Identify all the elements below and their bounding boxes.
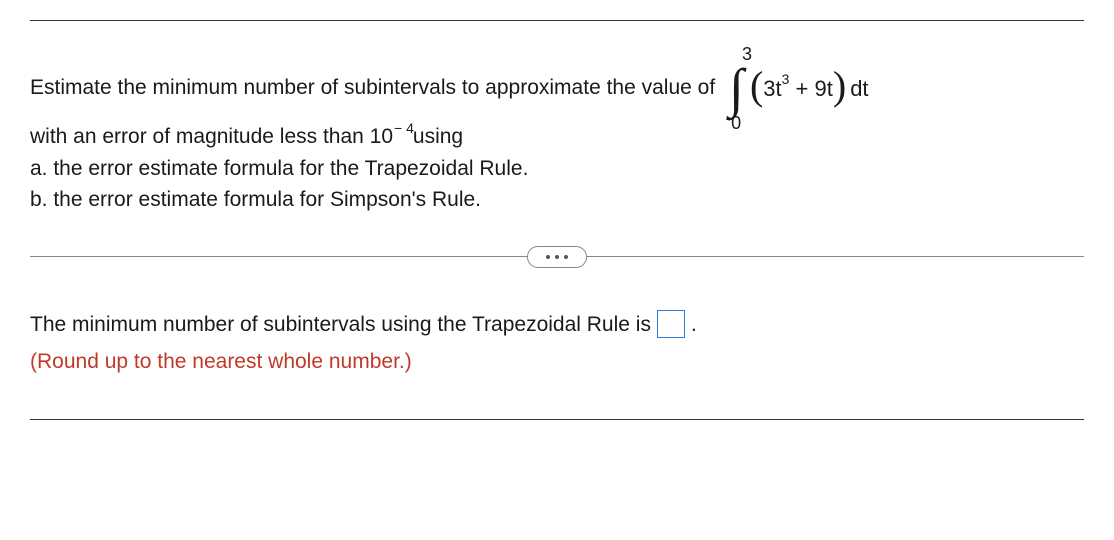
problem-statement: Estimate the minimum number of subinterv…: [30, 61, 1084, 216]
answer-period: .: [691, 308, 697, 342]
error-magnitude-exponent: − 4: [394, 118, 414, 139]
integrand-exp: 3: [782, 71, 790, 87]
left-paren: (: [750, 66, 763, 106]
divider-line-right: [587, 256, 1084, 257]
answer-prompt: The minimum number of subintervals using…: [30, 308, 651, 342]
error-magnitude-text: with an error of magnitude less than 10: [30, 121, 393, 153]
integrand-term2: + 9t: [789, 76, 832, 101]
expand-button[interactable]: [527, 246, 587, 268]
bottom-rule: [30, 419, 1084, 420]
top-rule: [30, 20, 1084, 21]
integral-lower-limit: 0: [731, 110, 741, 137]
dot-icon: [555, 255, 559, 259]
integral-expression: 3 ∫ 0 ( 3t3 + 9t ) dt: [729, 61, 868, 115]
right-paren: ): [833, 66, 846, 106]
integrand-term1: 3t: [763, 76, 781, 101]
rounding-hint: (Round up to the nearest whole number.): [30, 345, 1084, 379]
answer-section: The minimum number of subintervals using…: [30, 308, 1084, 379]
integrand: 3t3 + 9t: [763, 72, 833, 105]
problem-intro: Estimate the minimum number of subinterv…: [30, 72, 715, 104]
using-text: using: [413, 121, 463, 153]
part-a: a. the error estimate formula for the Tr…: [30, 153, 1084, 185]
expand-divider: [30, 246, 1084, 268]
integral-symbol: 3 ∫ 0: [729, 61, 744, 115]
dot-icon: [564, 255, 568, 259]
answer-input[interactable]: [657, 310, 685, 338]
part-b: b. the error estimate formula for Simpso…: [30, 184, 1084, 216]
divider-line-left: [30, 256, 527, 257]
differential: dt: [850, 72, 868, 105]
integral-sign-icon: ∫: [729, 61, 744, 115]
dot-icon: [546, 255, 550, 259]
